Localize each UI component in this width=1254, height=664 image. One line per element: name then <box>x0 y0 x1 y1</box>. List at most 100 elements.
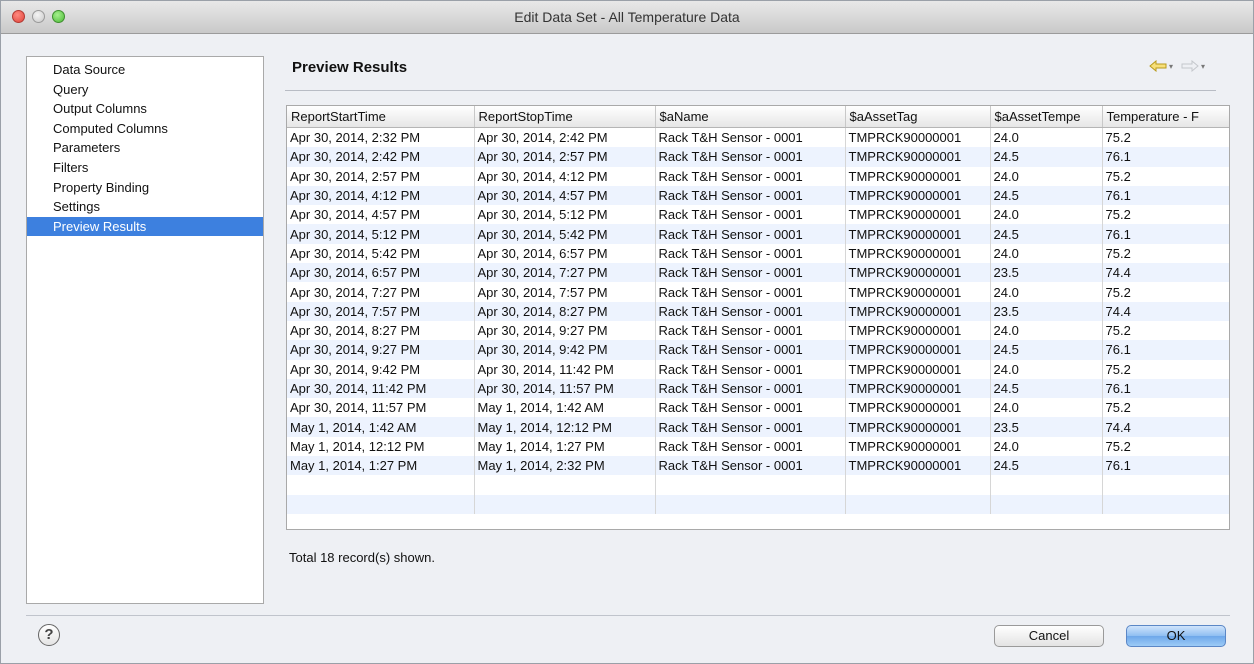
page-title: Preview Results <box>292 59 408 76</box>
table-cell: Rack T&H Sensor - 0001 <box>655 417 846 437</box>
column-header[interactable]: $aAssetTempe <box>990 106 1103 128</box>
table-cell: 74.4 <box>1102 301 1229 321</box>
column-header[interactable]: ReportStartTime <box>287 106 475 128</box>
close-window-button[interactable] <box>12 10 25 23</box>
sidebar-item-settings[interactable]: Settings <box>27 197 263 217</box>
table-row[interactable]: Apr 30, 2014, 11:57 PM May 1, 2014, 1:42 … <box>287 398 1229 418</box>
table-cell: Apr 30, 2014, 8:27 PM <box>287 320 475 341</box>
table-row[interactable]: Apr 30, 2014, 7:57 PM Apr 30, 2014, 8:27 … <box>287 301 1229 321</box>
forward-arrow-icon <box>1181 60 1199 72</box>
table-cell: 76.1 <box>1102 378 1229 399</box>
minimize-window-button[interactable] <box>32 10 45 23</box>
sidebar-item-computed-columns[interactable]: Computed Columns <box>27 119 263 139</box>
sidebar-item-property-binding[interactable]: Property Binding <box>27 178 263 198</box>
sidebar-item-data-source[interactable]: Data Source <box>27 60 263 80</box>
column-header[interactable]: ReportStopTime <box>474 106 656 128</box>
table-cell: TMPRCK90000001 <box>845 282 991 302</box>
table-cell: 24.0 <box>990 166 1103 186</box>
table-cell: Apr 30, 2014, 4:12 PM <box>474 166 656 186</box>
help-button[interactable]: ? <box>38 624 60 646</box>
empty-cell <box>287 494 475 514</box>
table-cell: Apr 30, 2014, 9:42 PM <box>287 359 475 379</box>
table-cell: 24.0 <box>990 320 1103 341</box>
table-cell: Apr 30, 2014, 11:42 PM <box>474 359 656 379</box>
table-cell: Rack T&H Sensor - 0001 <box>655 456 846 476</box>
table-cell: 75.2 <box>1102 166 1229 186</box>
cancel-button[interactable]: Cancel <box>994 625 1104 647</box>
table-row[interactable]: Apr 30, 2014, 5:12 PM Apr 30, 2014, 5:42 … <box>287 224 1229 244</box>
table-row[interactable]: Apr 30, 2014, 9:27 PM Apr 30, 2014, 9:42 … <box>287 340 1229 360</box>
table-cell: TMPRCK90000001 <box>845 436 991 457</box>
table-cell: 75.2 <box>1102 359 1229 379</box>
zoom-window-button[interactable] <box>52 10 65 23</box>
sidebar-item-preview-results[interactable]: Preview Results <box>27 216 263 237</box>
table-row[interactable]: Apr 30, 2014, 2:32 PM Apr 30, 2014, 2:42 … <box>287 127 1229 148</box>
table-row[interactable]: Apr 30, 2014, 4:57 PM Apr 30, 2014, 5:12 … <box>287 205 1229 225</box>
column-header[interactable]: $aAssetTag <box>845 106 991 128</box>
table-cell: 75.2 <box>1102 205 1229 225</box>
table-cell: Rack T&H Sensor - 0001 <box>655 166 846 186</box>
forward-button[interactable]: ▾ <box>1181 60 1205 72</box>
table-cell: Apr 30, 2014, 7:27 PM <box>287 282 475 302</box>
table-cell: 76.1 <box>1102 456 1229 476</box>
empty-cell <box>655 475 846 495</box>
table-cell: Apr 30, 2014, 5:42 PM <box>474 224 656 244</box>
table-row[interactable]: Apr 30, 2014, 5:42 PM Apr 30, 2014, 6:57 … <box>287 243 1229 264</box>
table-cell: Rack T&H Sensor - 0001 <box>655 205 846 225</box>
sidebar-item-query[interactable]: Query <box>27 80 263 100</box>
table-row[interactable]: Apr 30, 2014, 6:57 PM Apr 30, 2014, 7:27 … <box>287 263 1229 283</box>
table-cell: 74.4 <box>1102 263 1229 283</box>
help-icon: ? <box>44 626 54 643</box>
sidebar-item-filters[interactable]: Filters <box>27 158 263 178</box>
table-cell: Apr 30, 2014, 2:42 PM <box>474 127 656 148</box>
table-row[interactable]: Apr 30, 2014, 8:27 PM Apr 30, 2014, 9:27 … <box>287 320 1229 341</box>
table-cell: TMPRCK90000001 <box>845 243 991 264</box>
column-header[interactable]: Temperature - F <box>1102 106 1229 128</box>
footer-divider <box>26 615 1230 616</box>
table-cell: TMPRCK90000001 <box>845 340 991 360</box>
ok-button[interactable]: OK <box>1126 625 1226 647</box>
record-count-label: Total 18 record(s) shown. <box>289 550 435 565</box>
table-cell: Apr 30, 2014, 5:12 PM <box>287 224 475 244</box>
empty-row <box>287 475 1229 495</box>
table-cell: Apr 30, 2014, 2:57 PM <box>474 147 656 167</box>
table-cell: 76.1 <box>1102 147 1229 167</box>
table-row[interactable]: Apr 30, 2014, 4:12 PM Apr 30, 2014, 4:57 … <box>287 185 1229 206</box>
table-cell: 24.0 <box>990 436 1103 457</box>
table-cell: TMPRCK90000001 <box>845 127 991 148</box>
empty-cell <box>845 475 991 495</box>
table-cell: 24.0 <box>990 243 1103 264</box>
table-row[interactable]: Apr 30, 2014, 11:42 PM Apr 30, 2014, 11:5… <box>287 378 1229 399</box>
table-cell: May 1, 2014, 1:27 PM <box>287 456 475 476</box>
preview-results-table[interactable]: ReportStartTime ReportStopTime $aName $aAss… <box>286 105 1230 530</box>
table-cell: Apr 30, 2014, 7:27 PM <box>474 263 656 283</box>
table-cell: Apr 30, 2014, 11:57 PM <box>287 398 475 418</box>
table-cell: 24.5 <box>990 185 1103 206</box>
sidebar-item-parameters[interactable]: Parameters <box>27 138 263 158</box>
table-cell: Apr 30, 2014, 9:42 PM <box>474 340 656 360</box>
back-button[interactable]: ▾ <box>1149 60 1173 72</box>
title-bar: Edit Data Set - All Temperature Data <box>1 1 1253 34</box>
table-cell: 24.5 <box>990 378 1103 399</box>
table-cell: 24.5 <box>990 340 1103 360</box>
table-cell: 23.5 <box>990 417 1103 437</box>
sidebar-item-output-columns[interactable]: Output Columns <box>27 99 263 119</box>
empty-cell <box>287 475 475 495</box>
table-cell: Apr 30, 2014, 11:57 PM <box>474 378 656 399</box>
table-row[interactable]: Apr 30, 2014, 2:42 PM Apr 30, 2014, 2:57 … <box>287 147 1229 167</box>
table-row[interactable]: Apr 30, 2014, 7:27 PM Apr 30, 2014, 7:57 … <box>287 282 1229 302</box>
table-cell: 24.0 <box>990 359 1103 379</box>
empty-cell <box>990 475 1103 495</box>
table-cell: Apr 30, 2014, 2:57 PM <box>287 166 475 186</box>
table-row[interactable]: Apr 30, 2014, 9:42 PM Apr 30, 2014, 11:42… <box>287 359 1229 379</box>
table-cell: Apr 30, 2014, 2:32 PM <box>287 127 475 148</box>
table-cell: Apr 30, 2014, 7:57 PM <box>474 282 656 302</box>
table-cell: 75.2 <box>1102 320 1229 341</box>
column-header[interactable]: $aName <box>655 106 846 128</box>
table-cell: May 1, 2014, 1:42 AM <box>474 398 656 418</box>
table-cell: TMPRCK90000001 <box>845 378 991 399</box>
table-row[interactable]: May 1, 2014, 12:12 PM May 1, 2014, 1:27 P… <box>287 436 1229 457</box>
table-row[interactable]: May 1, 2014, 1:27 PM May 1, 2014, 2:32 PM… <box>287 456 1229 476</box>
table-row[interactable]: May 1, 2014, 1:42 AM May 1, 2014, 12:12 P… <box>287 417 1229 437</box>
table-row[interactable]: Apr 30, 2014, 2:57 PM Apr 30, 2014, 4:12 … <box>287 166 1229 186</box>
